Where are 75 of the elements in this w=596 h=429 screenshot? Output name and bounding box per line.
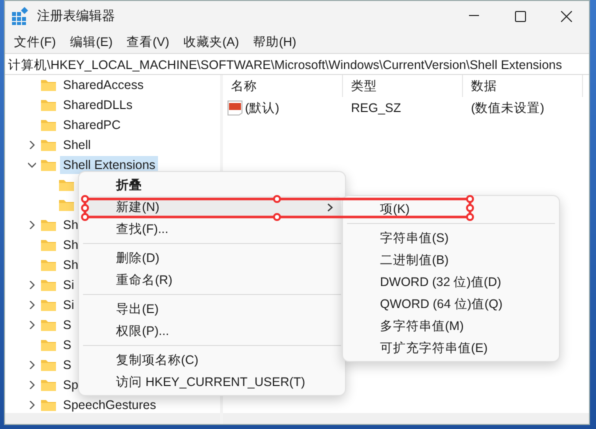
tree-item[interactable]: Sh — [60, 216, 82, 234]
horizontal-scrollbar[interactable] — [5, 413, 220, 424]
close-icon — [560, 10, 572, 22]
menu-item[interactable]: 访问 HKEY_CURRENT_USER(T) — [83, 371, 341, 393]
menu-item[interactable]: 编辑(E) — [62, 32, 120, 52]
chevron-right-icon[interactable] — [28, 401, 36, 409]
menu-item[interactable]: QWORD (64 位)值(Q) — [347, 293, 555, 315]
menu-item[interactable]: 可扩充字符串值(E) — [347, 337, 555, 359]
menu-item[interactable]: 二进制值(B) — [347, 249, 555, 271]
tree-item[interactable]: Sh — [60, 256, 82, 274]
tree-item[interactable]: SharedAccess — [60, 76, 147, 94]
tree-item[interactable]: Sp — [60, 376, 82, 394]
chevron-right-icon[interactable] — [28, 141, 36, 149]
menu-item[interactable]: 查找(F)... — [83, 218, 341, 240]
folder-icon — [40, 238, 57, 252]
folder-icon — [40, 398, 57, 412]
window-title: 注册表编辑器 — [37, 7, 115, 26]
value-name[interactable]: (默认) — [245, 98, 280, 118]
folder-icon — [40, 278, 57, 292]
tree-item[interactable]: Si — [60, 296, 78, 314]
value-type: REG_SZ — [350, 100, 402, 117]
menu-item[interactable]: 查看(V) — [120, 32, 176, 52]
folder-icon — [40, 218, 57, 232]
chevron-right-icon[interactable] — [28, 321, 36, 329]
menu-item[interactable]: 文件(F) — [7, 32, 63, 52]
string-value-icon — [227, 100, 243, 116]
chevron-right-icon[interactable] — [28, 361, 36, 369]
tree-item[interactable]: Shell — [60, 136, 94, 154]
folder-icon — [40, 98, 57, 112]
folder-icon — [58, 178, 75, 192]
folder-icon — [40, 318, 57, 332]
folder-icon — [40, 78, 57, 92]
menu-item[interactable]: 字符串值(S) — [347, 227, 555, 249]
horizontal-scrollbar[interactable] — [223, 413, 589, 424]
menu-item[interactable]: 重命名(R) — [83, 269, 341, 291]
tree-item[interactable]: Sh — [60, 236, 82, 254]
folder-icon — [40, 118, 57, 132]
menu-item[interactable]: 帮助(H) — [246, 32, 304, 52]
menu-item[interactable]: 删除(D) — [83, 247, 341, 269]
maximize-icon — [514, 10, 526, 22]
menu-item[interactable]: 项(K) — [347, 198, 555, 220]
folder-icon — [58, 198, 75, 212]
menu-item[interactable]: 导出(E) — [83, 298, 341, 320]
minimize-icon — [469, 15, 479, 17]
menu-item[interactable]: 折叠 — [83, 174, 341, 196]
menu-item[interactable]: 权限(P)... — [83, 320, 341, 342]
folder-icon — [40, 138, 57, 152]
chevron-right-icon[interactable] — [28, 221, 36, 229]
registry-editor-icon — [11, 7, 29, 25]
chevron-down-icon[interactable] — [28, 161, 36, 169]
tree-item[interactable]: S — [60, 316, 74, 334]
folder-icon — [40, 158, 57, 172]
tree-item[interactable]: SpeechGestures — [60, 396, 160, 414]
tree-item[interactable]: S — [60, 336, 74, 354]
column-header[interactable]: 数据 — [463, 75, 583, 97]
tree-item[interactable]: S — [60, 356, 74, 374]
column-header[interactable]: 类型 — [343, 75, 463, 97]
column-header[interactable]: 名称 — [223, 75, 343, 97]
chevron-right-icon[interactable] — [28, 301, 36, 309]
menu-item[interactable]: DWORD (32 位)值(D) — [347, 271, 555, 293]
tree-item[interactable]: Si — [60, 276, 78, 294]
folder-icon — [40, 298, 57, 312]
chevron-right-icon[interactable] — [28, 281, 36, 289]
folder-icon — [40, 338, 57, 352]
menu-item[interactable]: 复制项名称(C) — [83, 349, 341, 371]
tree-item[interactable]: SharedDLLs — [60, 96, 136, 114]
address-bar[interactable]: 计算机\HKEY_LOCAL_MACHINE\SOFTWARE\Microsoft\Windows\CurrentVersion\Shell Extensions — [5, 53, 589, 75]
menu-item[interactable]: 收藏夹(A) — [176, 32, 246, 52]
folder-icon — [40, 258, 57, 272]
value-data: (数值未设置) — [470, 100, 544, 117]
chevron-right-icon[interactable] — [28, 381, 36, 389]
tree-item[interactable]: SharedPC — [60, 116, 124, 134]
menu-item[interactable]: 多字符串值(M) — [347, 315, 555, 337]
folder-icon — [40, 358, 57, 372]
folder-icon — [40, 378, 57, 392]
